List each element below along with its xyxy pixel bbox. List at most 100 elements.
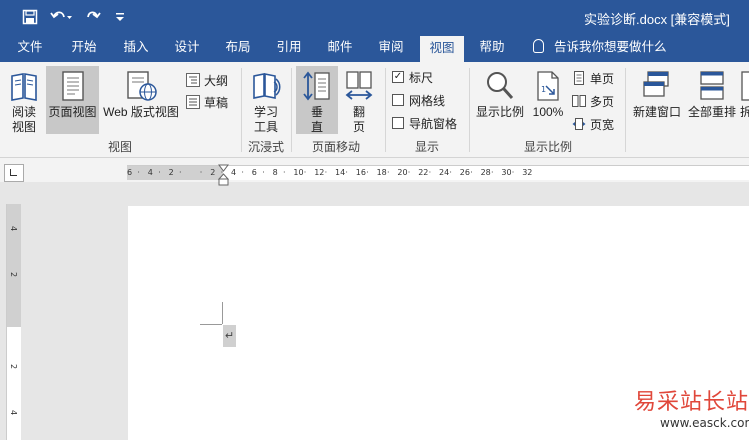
new-window-label: 新建窗口 xyxy=(632,105,681,119)
zoom-group-label: 显示比例 xyxy=(523,140,572,154)
gridlines-label: 网格线 xyxy=(409,93,446,108)
split-label: 拆 xyxy=(740,105,749,119)
redo-icon[interactable] xyxy=(82,4,104,30)
ruler-tick-label: 26 xyxy=(459,168,470,177)
nav-pane-checkbox[interactable]: 导航窗格 xyxy=(392,113,457,133)
tab-insert[interactable]: 插入 xyxy=(116,34,156,62)
multiple-pages-icon xyxy=(572,95,586,107)
tab-view[interactable]: 视图 xyxy=(420,36,464,62)
vertical-button[interactable]: 垂 直 xyxy=(296,66,338,134)
ruler-checkbox[interactable]: ✓ 标尺 xyxy=(392,67,433,87)
print-layout-label: 页面视图 xyxy=(48,105,97,119)
group-divider xyxy=(241,68,242,152)
ruler-tick-label: 6 xyxy=(127,168,133,177)
vertical-ruler[interactable]: 4 2 2 4 xyxy=(6,204,21,440)
page-width-button[interactable]: 页宽 xyxy=(572,114,614,134)
vertical-label: 垂 直 xyxy=(310,105,323,134)
arrange-all-label: 全部重排 xyxy=(687,105,736,119)
outline-icon xyxy=(186,73,200,87)
ruler-tick-label: 14 xyxy=(335,168,346,177)
split-button[interactable]: 拆 xyxy=(740,66,749,134)
tab-design[interactable]: 设计 xyxy=(167,34,207,62)
learning-tools-icon xyxy=(253,73,281,99)
web-layout-icon xyxy=(127,71,157,101)
ruler-tick-label: 12 xyxy=(314,168,325,177)
ruler-tick-mark: · xyxy=(324,168,328,177)
ruler-tick-mark: · xyxy=(158,168,161,177)
watermark-url: www.easck.com xyxy=(660,416,749,430)
print-layout-button[interactable]: 页面视图 xyxy=(46,66,99,134)
ribbon-view: 阅读 视图 页面视图 Web 版式视图 大纲 草稿 视图 学习 工具 沉浸式 垂… xyxy=(0,62,749,158)
print-layout-icon xyxy=(61,71,84,101)
group-divider xyxy=(291,68,292,152)
ruler-tick-mark: · xyxy=(241,168,244,177)
zoom-100-label: 100% xyxy=(532,105,564,119)
tab-selector[interactable] xyxy=(4,164,24,182)
ruler-top-margin xyxy=(7,204,21,327)
zoom-button[interactable]: 显示比例 xyxy=(474,66,526,134)
ruler-tick-label: 22 xyxy=(418,168,429,177)
save-icon[interactable] xyxy=(18,4,42,30)
side-to-side-button[interactable]: 翻 页 xyxy=(340,66,378,134)
watermark-text: 易采站长站 xyxy=(634,390,749,415)
title-bar: 实验诊断.docx [兼容模式] xyxy=(0,0,749,34)
magnifier-icon xyxy=(487,72,514,100)
ruler-tick-label: 2 xyxy=(9,364,18,370)
zoom-100-icon: 1 xyxy=(537,71,559,101)
multiple-pages-button[interactable]: 多页 xyxy=(572,91,614,111)
ruler-left-margin xyxy=(127,166,223,180)
new-window-button[interactable]: 新建窗口 xyxy=(630,66,684,134)
ruler-label: 标尺 xyxy=(409,70,434,85)
ruler-tick-label: 10 xyxy=(293,168,304,177)
tab-help[interactable]: 帮助 xyxy=(472,34,512,62)
arrange-all-icon xyxy=(700,71,724,100)
web-layout-button[interactable]: Web 版式视图 xyxy=(100,66,182,134)
margin-crop-mark xyxy=(200,324,222,325)
ruler-tick-label: 2 xyxy=(9,272,18,278)
side-to-side-icon xyxy=(345,71,373,100)
one-page-icon xyxy=(574,71,584,85)
tab-file[interactable]: 文件 xyxy=(10,34,50,62)
page-width-label: 页宽 xyxy=(590,117,615,132)
zoom-100-button[interactable]: 1 100% xyxy=(530,66,566,134)
ruler-tick-label: 4 xyxy=(147,168,153,177)
outline-label: 大纲 xyxy=(204,73,229,88)
customize-qat-icon[interactable] xyxy=(112,4,128,30)
vertical-icon xyxy=(303,71,330,101)
ruler-tick-mark: · xyxy=(137,168,140,177)
arrange-all-button[interactable]: 全部重排 xyxy=(686,66,738,134)
left-tab-icon xyxy=(10,169,17,176)
ruler-tick-mark: · xyxy=(283,168,286,177)
ruler-tick-mark: · xyxy=(199,168,203,177)
paragraph-mark[interactable]: ↵ xyxy=(223,325,236,347)
lightbulb-icon xyxy=(533,39,544,53)
undo-icon[interactable] xyxy=(48,4,74,30)
indent-marker-icon[interactable] xyxy=(218,162,229,186)
one-page-button[interactable]: 单页 xyxy=(572,68,614,88)
ruler-tick-mark: · xyxy=(366,168,369,177)
ruler-tick-mark: · xyxy=(428,168,432,177)
tab-review[interactable]: 审阅 xyxy=(371,34,411,62)
group-divider xyxy=(625,68,626,152)
draft-icon xyxy=(186,95,200,109)
learning-tools-button[interactable]: 学习 工具 xyxy=(246,66,286,134)
ruler-tick-label: 30 xyxy=(501,168,512,177)
gridlines-checkbox[interactable]: 网格线 xyxy=(392,90,445,110)
draft-button[interactable]: 草稿 xyxy=(186,92,228,112)
tab-mailings[interactable]: 邮件 xyxy=(320,34,360,62)
learning-tools-label: 学习 工具 xyxy=(253,105,278,134)
tab-layout[interactable]: 布局 xyxy=(218,34,258,62)
read-mode-button[interactable]: 阅读 视图 xyxy=(4,66,44,134)
ruler-tick-label: 28 xyxy=(480,168,491,177)
outline-button[interactable]: 大纲 xyxy=(186,70,228,90)
ruler-tick-label: 32 xyxy=(522,168,533,177)
tab-home[interactable]: 开始 xyxy=(64,34,104,62)
tab-references[interactable]: 引用 xyxy=(269,34,309,62)
one-page-label: 单页 xyxy=(590,71,615,86)
ruler-tick-mark: · xyxy=(262,168,265,177)
margin-crop-mark xyxy=(222,302,223,324)
ruler-tick-label: 20 xyxy=(397,168,408,177)
multiple-pages-label: 多页 xyxy=(590,94,615,109)
ruler-tick-label: 16 xyxy=(355,168,366,177)
tell-me-search[interactable]: 告诉我你想要做什么 xyxy=(533,34,667,62)
